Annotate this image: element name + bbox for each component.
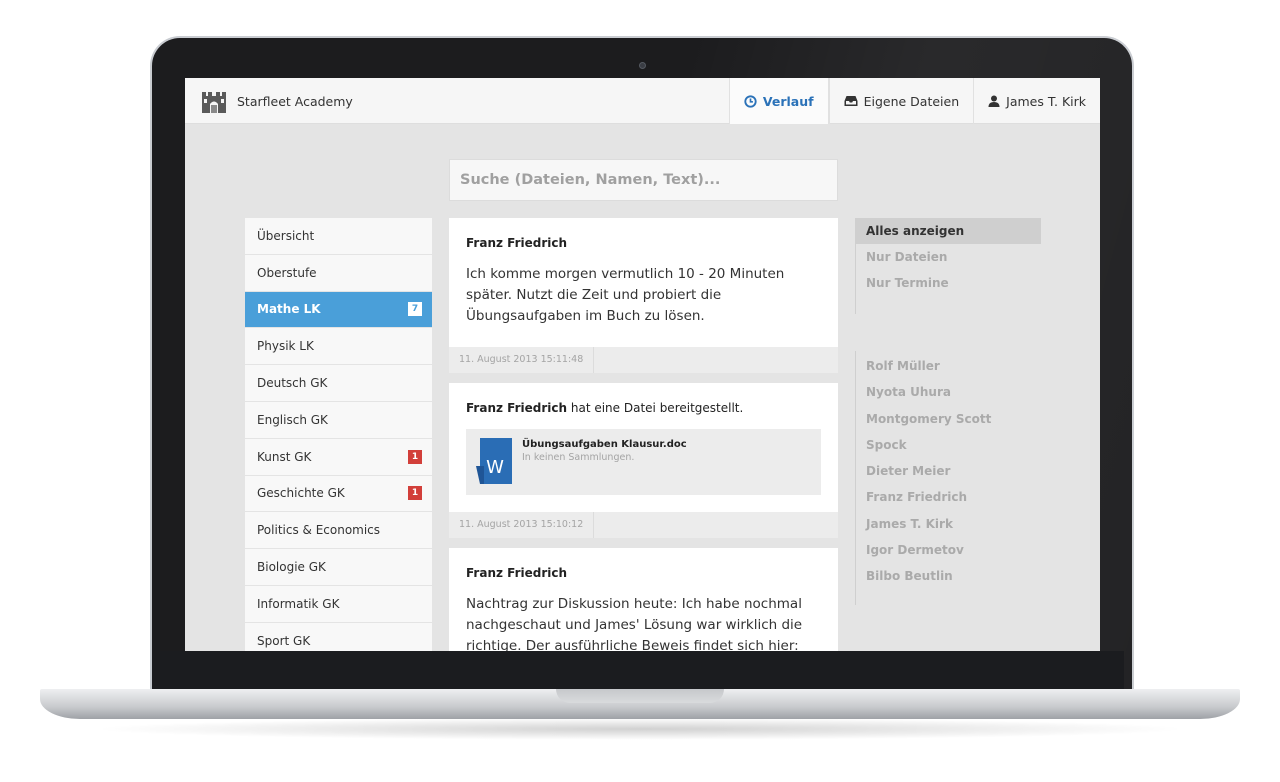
sidebar-item-uebersicht[interactable]: Übersicht xyxy=(245,218,432,255)
sidebar-item-englisch-gk[interactable]: Englisch GK xyxy=(245,401,432,439)
post-action: hat eine Datei bereitgestellt. xyxy=(570,401,744,415)
nav-eigene-dateien[interactable]: Eigene Dateien xyxy=(828,78,974,124)
member-item[interactable]: Igor Dermetov xyxy=(856,537,1041,563)
post-author[interactable]: Franz Friedrich xyxy=(466,401,567,415)
sidebar-item-label: Geschichte GK xyxy=(257,486,345,501)
sidebar-item-kunst-gk[interactable]: Kunst GK 1 xyxy=(245,438,432,476)
sidebar-item-label: Informatik GK xyxy=(257,596,340,611)
sidebar-item-label: Übersicht xyxy=(257,228,315,243)
course-sidebar: Übersicht Oberstufe Mathe LK 7 Physik LK … xyxy=(245,218,432,651)
post-timestamp: 11. August 2013 15:10:12 xyxy=(449,512,595,538)
sidebar-item-deutsch-gk[interactable]: Deutsch GK xyxy=(245,365,432,402)
member-item[interactable]: Spock xyxy=(856,432,1041,458)
nav-verlauf-label: Verlauf xyxy=(762,93,814,109)
app-screen: Starfleet Academy Verlauf Eigene Dateien… xyxy=(185,78,1100,651)
sidebar-item-oberstufe[interactable]: Oberstufe xyxy=(245,254,432,292)
sidebar-item-label: Politics & Economics xyxy=(257,523,381,538)
post-text: Ich komme morgen vermutlich 10 - 20 Minu… xyxy=(466,266,785,324)
member-item[interactable]: James T. Kirk xyxy=(856,511,1041,537)
post-author[interactable]: Franz Friedrich xyxy=(466,236,821,250)
camera-icon xyxy=(639,62,646,69)
top-nav: Verlauf Eigene Dateien James T. Kirk xyxy=(728,78,1100,124)
castle-logo-icon xyxy=(202,92,226,113)
feed-post-file: Franz Friedrich hat eine Datei bereitges… xyxy=(449,383,838,538)
filter-all[interactable]: Alles anzeigen xyxy=(856,218,1041,244)
filter-events-only[interactable]: Nur Termine xyxy=(856,270,1041,296)
search-input[interactable] xyxy=(449,159,838,201)
member-item[interactable]: Bilbo Beutlin xyxy=(856,563,1041,589)
file-name[interactable]: Übungsaufgaben Klausur.doc xyxy=(522,439,687,450)
word-letter: W xyxy=(486,457,504,478)
clock-icon xyxy=(744,94,757,108)
nav-eigene-dateien-label: Eigene Dateien xyxy=(863,93,960,109)
post-author[interactable]: Franz Friedrich xyxy=(466,566,821,580)
feed-post: Franz Friedrich Nachtrag zur Diskussion … xyxy=(449,548,838,651)
file-meta: Übungsaufgaben Klausur.doc In keinen Sam… xyxy=(522,438,687,486)
sidebar-item-sport-gk[interactable]: Sport GK xyxy=(245,622,432,651)
sidebar-item-label: Sport GK xyxy=(257,633,311,648)
post-footer: 11. August 2013 15:11:48 xyxy=(449,347,838,373)
sidebar-item-informatik-gk[interactable]: Informatik GK xyxy=(245,585,432,623)
member-item[interactable]: Dieter Meier xyxy=(856,458,1041,484)
post-timestamp: 11. August 2013 15:11:48 xyxy=(449,347,595,373)
sidebar-item-politics-economics[interactable]: Politics & Economics xyxy=(245,512,432,550)
laptop-chin xyxy=(160,651,1124,691)
laptop-base-notch xyxy=(556,689,724,703)
sidebar-item-label: Deutsch GK xyxy=(257,376,328,391)
file-collections: In keinen Sammlungen. xyxy=(522,452,635,463)
activity-feed: Franz Friedrich Ich komme morgen vermutl… xyxy=(449,218,838,651)
unread-badge: 1 xyxy=(408,486,422,501)
sidebar-item-label: Physik LK xyxy=(257,339,314,354)
feed-filters: Alles anzeigen Nur Dateien Nur Termine xyxy=(855,218,1041,314)
laptop-shadow xyxy=(90,718,1190,740)
member-item[interactable]: Franz Friedrich xyxy=(856,484,1041,510)
member-list: Rolf Müller Nyota Uhura Montgomery Scott… xyxy=(855,351,1041,605)
sidebar-item-label: Englisch GK xyxy=(257,412,328,427)
post-text: Nachtrag zur Diskussion heute: Ich habe … xyxy=(466,596,803,651)
word-document-icon: W xyxy=(476,438,512,484)
sidebar-item-physik-lk[interactable]: Physik LK xyxy=(245,328,432,366)
feed-post: Franz Friedrich Ich komme morgen vermutl… xyxy=(449,218,838,373)
member-item[interactable]: Rolf Müller xyxy=(856,353,1041,379)
top-navbar: Starfleet Academy Verlauf Eigene Dateien… xyxy=(185,78,1100,124)
sidebar-item-label: Biologie GK xyxy=(257,560,326,575)
brand[interactable]: Starfleet Academy xyxy=(201,88,353,114)
unread-badge: 1 xyxy=(408,449,422,464)
nav-user-name: James T. Kirk xyxy=(1006,93,1086,109)
sidebar-item-label: Mathe LK xyxy=(257,302,321,317)
brand-name: Starfleet Academy xyxy=(237,93,353,109)
sidebar-item-mathe-lk[interactable]: Mathe LK 7 xyxy=(245,291,432,329)
file-attachment[interactable]: W Übungsaufgaben Klausur.doc In keinen S… xyxy=(466,429,821,495)
member-item[interactable]: Montgomery Scott xyxy=(856,406,1041,432)
unread-badge: 7 xyxy=(408,302,422,317)
sidebar-item-geschichte-gk[interactable]: Geschichte GK 1 xyxy=(245,475,432,513)
nav-user-profile[interactable]: James T. Kirk xyxy=(973,78,1100,124)
sidebar-item-label: Kunst GK xyxy=(257,449,312,464)
user-icon xyxy=(988,95,1000,107)
inbox-icon xyxy=(844,95,858,107)
sidebar-item-biologie-gk[interactable]: Biologie GK xyxy=(245,549,432,586)
post-footer: 11. August 2013 15:10:12 xyxy=(449,512,838,538)
member-item[interactable]: Nyota Uhura xyxy=(856,379,1041,405)
nav-verlauf[interactable]: Verlauf xyxy=(728,78,829,124)
filter-files-only[interactable]: Nur Dateien xyxy=(856,244,1041,270)
post-headline: Franz Friedrich hat eine Datei bereitges… xyxy=(466,401,821,415)
sidebar-item-label: Oberstufe xyxy=(257,265,317,280)
